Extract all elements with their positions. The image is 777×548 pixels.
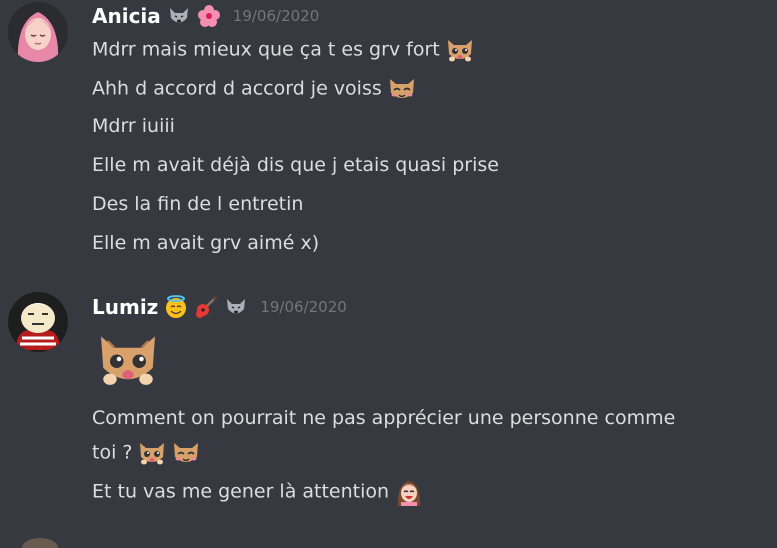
message-line: Mdrr iuiii xyxy=(92,113,175,139)
message-line: Des la fin de l entretin xyxy=(92,191,303,217)
happy-cat-emoji-icon xyxy=(136,437,168,469)
message-text: Mdrr iuiii xyxy=(92,115,175,137)
message-text: Ahh d accord d accord je voiss xyxy=(92,77,382,100)
avatar[interactable] xyxy=(8,2,68,62)
avatar[interactable] xyxy=(8,292,68,352)
username[interactable]: Lumiz xyxy=(92,295,158,319)
wolf-icon xyxy=(167,4,191,28)
message-line: Elle m avait déjà dis que j etais quasi … xyxy=(92,152,499,178)
happy-cat-emoji-icon xyxy=(444,34,476,66)
guitar-icon xyxy=(194,295,219,319)
smiling-halo-icon xyxy=(164,295,188,319)
timestamp: 19/06/2020 xyxy=(260,298,347,316)
wolf-icon xyxy=(224,295,248,319)
message-line: Ahh d accord d accord je voiss xyxy=(92,73,418,105)
message-line: Comment on pourrait ne pas apprécier une… xyxy=(92,405,675,431)
happy-cat-emoji-icon xyxy=(92,323,164,395)
message-text: toi ? xyxy=(92,441,133,464)
message-text: Et tu vas me gener là attention xyxy=(92,480,390,503)
message-line: Elle m avait grv aimé x) xyxy=(92,230,319,256)
message-text: Elle m avait grv aimé x) xyxy=(92,232,320,254)
hibiscus-icon xyxy=(197,4,221,28)
message-line: Mdrr mais mieux que ça t es grv fort xyxy=(92,34,476,66)
timestamp: 19/06/2020 xyxy=(232,7,320,25)
message-text: Comment on pourrait ne pas apprécier une… xyxy=(92,407,676,429)
avatar[interactable] xyxy=(20,536,60,548)
message-line: toi ? xyxy=(92,437,202,469)
username[interactable]: Anicia xyxy=(92,4,161,28)
message-text: Mdrr mais mieux que ça t es grv fort xyxy=(92,38,440,61)
message-line: Et tu vas me gener là attention xyxy=(92,476,425,508)
smiling-cat-emoji-icon xyxy=(170,437,202,469)
smiling-cat-emoji-icon xyxy=(386,73,418,105)
message-text: Des la fin de l entretin xyxy=(92,193,304,215)
message-text: Elle m avait déjà dis que j etais quasi … xyxy=(92,154,499,176)
laughing-girl-emoji-icon xyxy=(393,476,425,508)
